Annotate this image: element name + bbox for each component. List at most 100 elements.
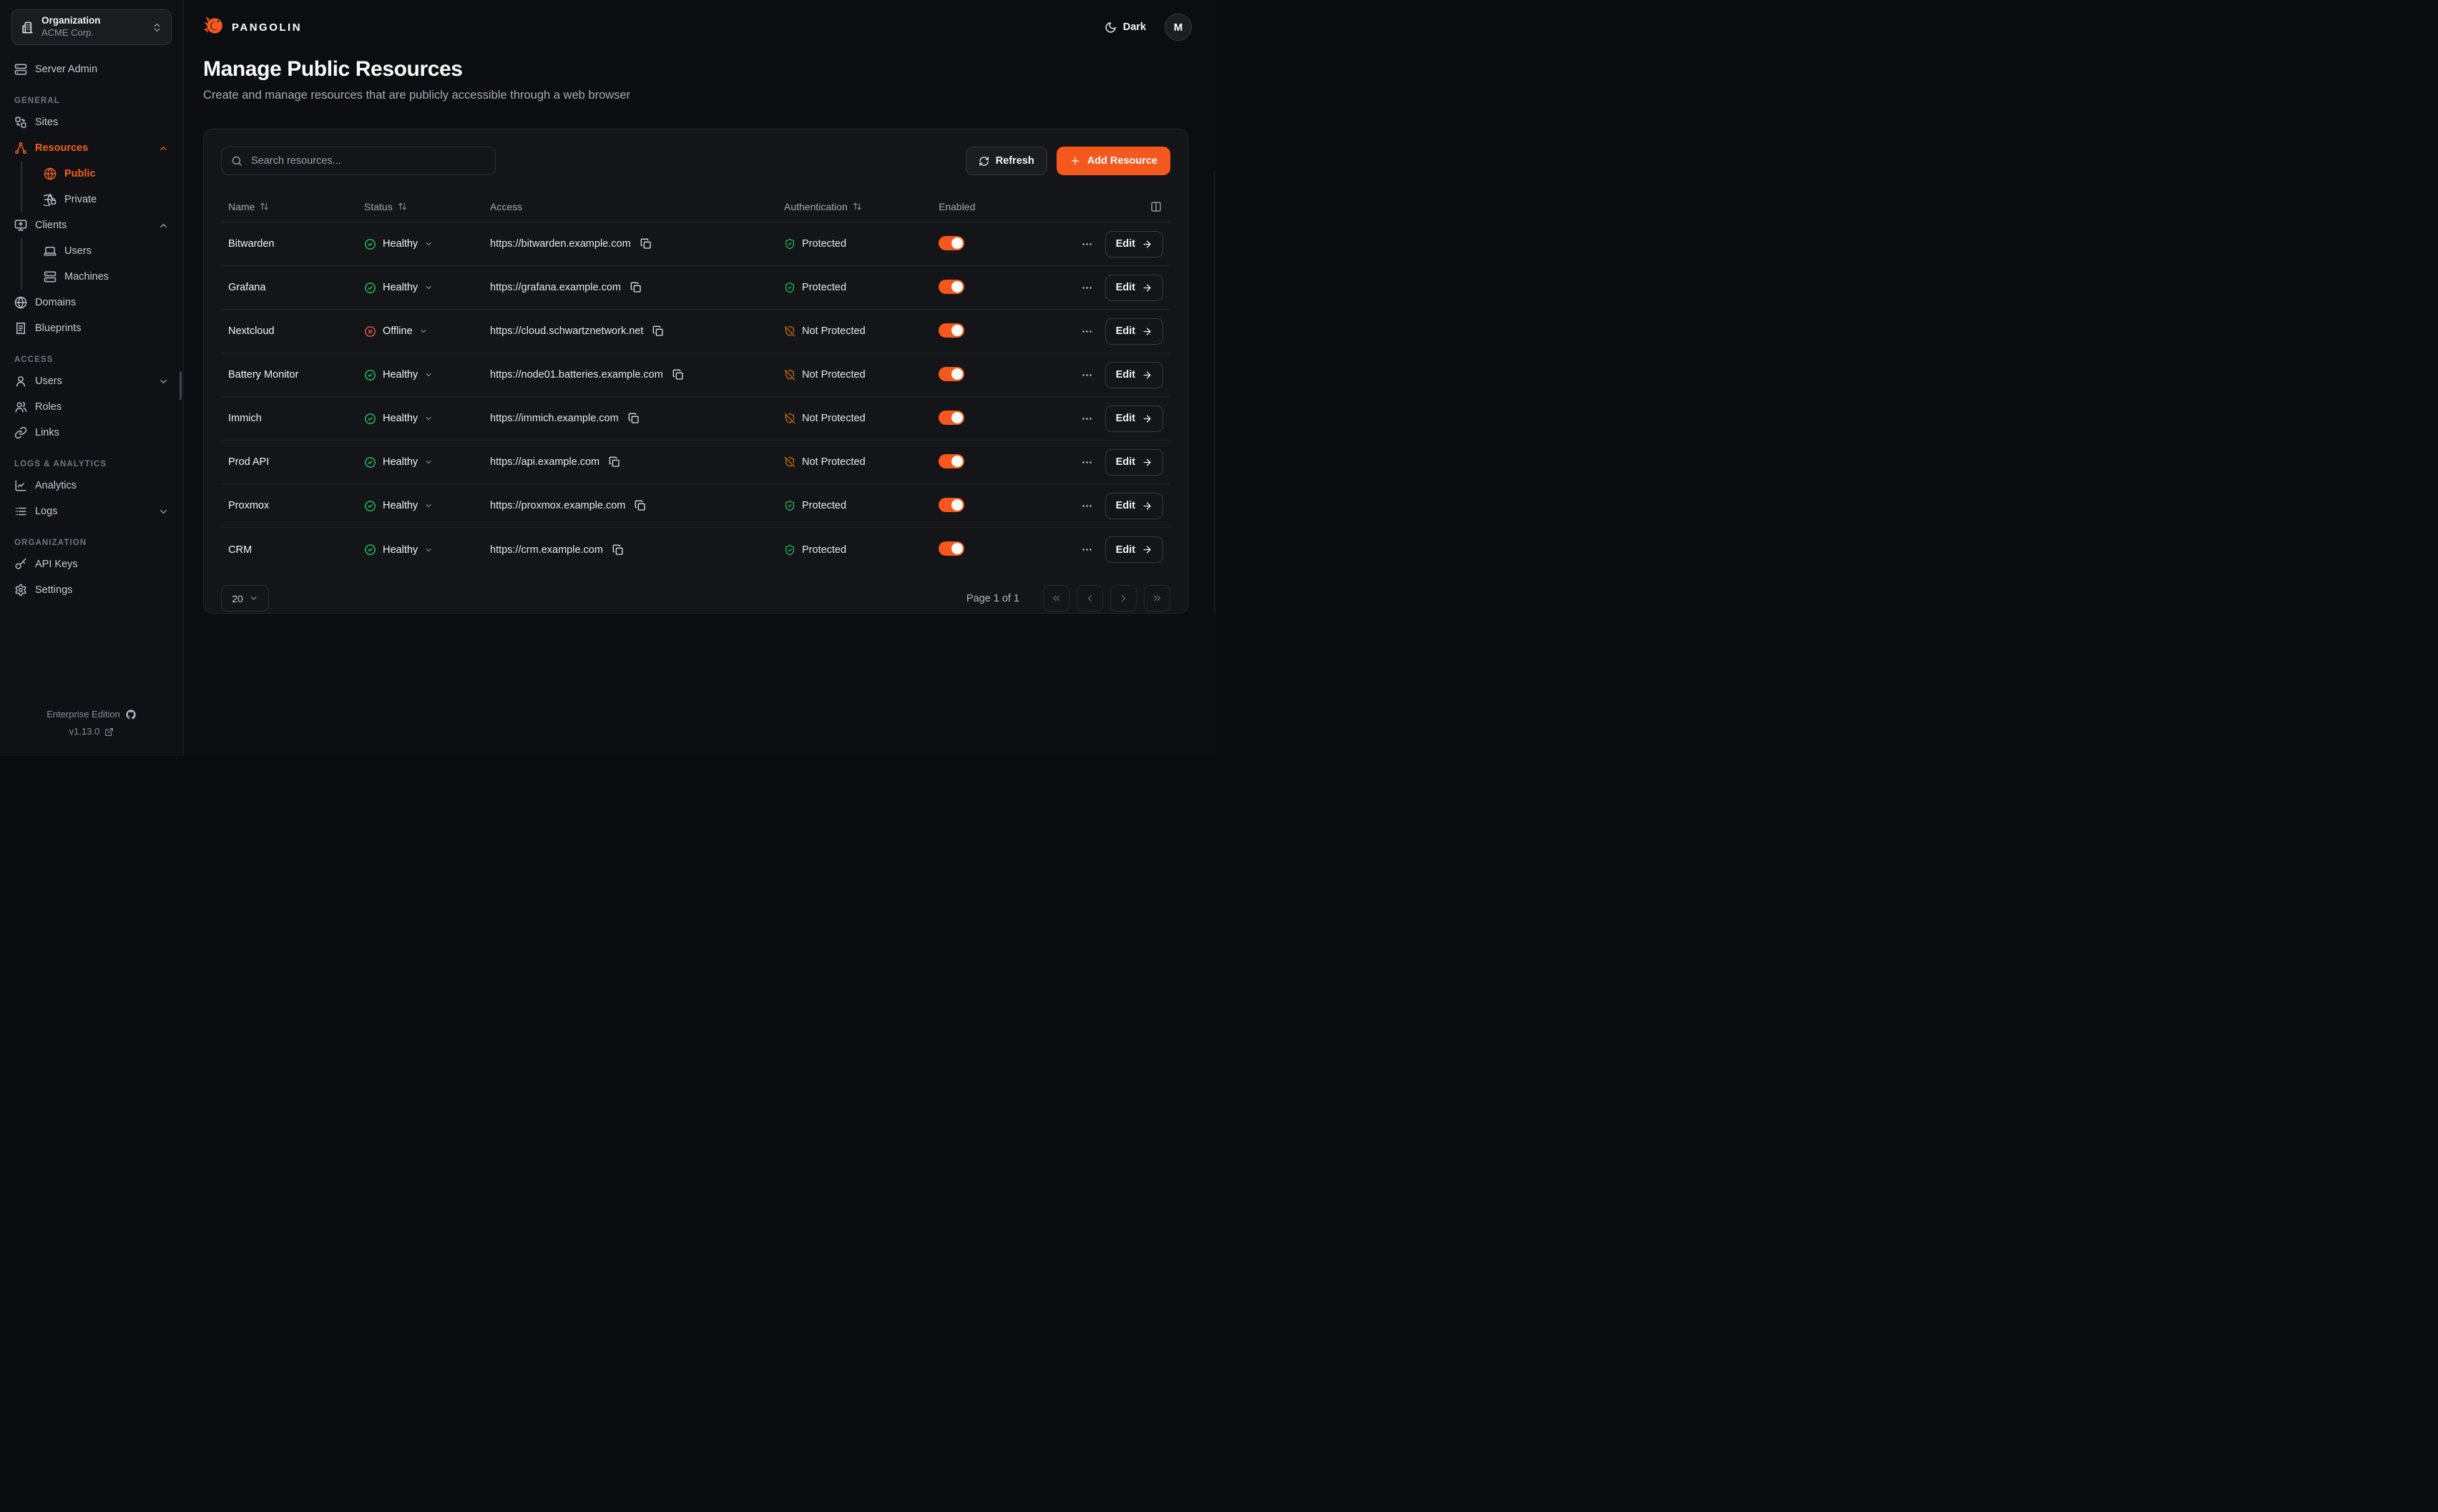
copy-icon[interactable] — [629, 280, 643, 295]
sidebar-item-roles[interactable]: Roles — [7, 394, 176, 420]
copy-icon[interactable] — [607, 455, 622, 469]
copy-icon[interactable] — [611, 543, 625, 557]
prev-page-button[interactable] — [1077, 585, 1103, 612]
last-page-button[interactable] — [1144, 585, 1170, 612]
chevron-down-icon — [249, 594, 258, 603]
sidebar-item-users[interactable]: Users — [7, 368, 176, 394]
shield-check-icon — [784, 500, 795, 511]
row-menu-button[interactable] — [1080, 455, 1095, 470]
table-row: Bitwarden Healthy https://bitwarden.exam… — [221, 222, 1170, 266]
auth-label: Protected — [802, 544, 846, 556]
status-dropdown[interactable]: Healthy — [364, 282, 490, 294]
page-size-select[interactable]: 20 — [221, 585, 269, 612]
search-input[interactable] — [250, 154, 486, 167]
sidebar-item-resources[interactable]: Resources — [7, 135, 176, 161]
status-dropdown[interactable]: Healthy — [364, 369, 490, 381]
columns-icon[interactable] — [1149, 200, 1163, 214]
sidebar-item-clients-users[interactable]: Users — [28, 238, 176, 264]
sidebar-item-machines[interactable]: Machines — [28, 264, 176, 290]
enabled-toggle[interactable] — [939, 454, 964, 468]
edit-button[interactable]: Edit — [1105, 318, 1163, 345]
enabled-toggle[interactable] — [939, 236, 964, 250]
status-dropdown[interactable]: Healthy — [364, 500, 490, 512]
avatar[interactable]: M — [1165, 14, 1192, 41]
edit-button[interactable]: Edit — [1105, 275, 1163, 301]
sidebar-item-settings[interactable]: Settings — [7, 577, 176, 603]
search-box — [221, 147, 496, 175]
github-icon[interactable] — [125, 709, 137, 720]
sidebar-item-clients[interactable]: Clients — [7, 212, 176, 238]
resource-url: https://immich.example.com — [490, 413, 619, 424]
auth-label: Protected — [802, 282, 846, 293]
status-dropdown[interactable]: Healthy — [364, 456, 490, 468]
copy-icon[interactable] — [651, 324, 665, 338]
edit-button[interactable]: Edit — [1105, 406, 1163, 432]
row-menu-button[interactable] — [1080, 411, 1095, 426]
theme-toggle-button[interactable]: Dark — [1105, 21, 1146, 34]
sidebar-item-api-keys[interactable]: API Keys — [7, 551, 176, 577]
sidebar-item-links[interactable]: Links — [7, 420, 176, 446]
edit-button[interactable]: Edit — [1105, 536, 1163, 563]
copy-icon[interactable] — [639, 237, 653, 251]
org-selector-label: Organization — [41, 15, 145, 27]
copy-icon[interactable] — [671, 368, 685, 382]
sidebar-item-sites[interactable]: Sites — [7, 109, 176, 135]
external-link-icon[interactable] — [104, 727, 114, 737]
enabled-toggle[interactable] — [939, 411, 964, 425]
page-scrollbar[interactable] — [1214, 170, 1215, 614]
enabled-toggle[interactable] — [939, 323, 964, 338]
circle-x-icon — [364, 325, 376, 338]
sidebar-item-domains[interactable]: Domains — [7, 290, 176, 315]
chevrons-up-down-icon — [152, 22, 162, 33]
sort-icon[interactable] — [853, 202, 862, 211]
sidebar-item-private[interactable]: Private — [28, 187, 176, 212]
add-resource-button[interactable]: Add Resource — [1057, 147, 1170, 175]
resource-name: CRM — [228, 544, 364, 556]
edit-button[interactable]: Edit — [1105, 362, 1163, 388]
pagination-bar: 20 Page 1 of 1 — [221, 585, 1170, 612]
sidebar-item-blueprints[interactable]: Blueprints — [7, 315, 176, 341]
sort-icon[interactable] — [260, 202, 269, 211]
enabled-toggle[interactable] — [939, 498, 964, 512]
sidebar-item-server-admin[interactable]: Server Admin — [7, 57, 176, 82]
sidebar-scrollbar-thumb[interactable] — [180, 371, 182, 400]
status-dropdown[interactable]: Offline — [364, 325, 490, 338]
sidebar-item-analytics[interactable]: Analytics — [7, 473, 176, 499]
status-dropdown[interactable]: Healthy — [364, 238, 490, 250]
row-menu-button[interactable] — [1080, 499, 1095, 514]
chevron-down-icon — [424, 370, 433, 379]
auth-label: Not Protected — [802, 413, 866, 424]
row-menu-button[interactable] — [1080, 280, 1095, 295]
globe-icon — [44, 167, 57, 180]
sidebar-item-logs[interactable]: Logs — [7, 499, 176, 524]
arrow-right-icon — [1142, 457, 1152, 468]
edit-button[interactable]: Edit — [1105, 493, 1163, 519]
monitor-up-icon — [14, 219, 27, 232]
section-label-general: GENERAL — [14, 97, 169, 105]
refresh-button[interactable]: Refresh — [966, 147, 1047, 175]
enabled-toggle[interactable] — [939, 367, 964, 381]
copy-icon[interactable] — [633, 499, 647, 513]
row-menu-button[interactable] — [1080, 237, 1095, 252]
sidebar-footer: Enterprise Edition v1.13.0 — [0, 706, 183, 740]
next-page-button[interactable] — [1110, 585, 1137, 612]
row-menu-button[interactable] — [1080, 324, 1095, 339]
edit-button[interactable]: Edit — [1105, 449, 1163, 476]
org-selector[interactable]: Organization ACME Corp. — [11, 9, 172, 45]
enabled-toggle[interactable] — [939, 541, 964, 556]
resource-name: Proxmox — [228, 500, 364, 511]
status-label: Healthy — [383, 456, 418, 468]
circle-check-icon — [364, 500, 376, 512]
copy-icon[interactable] — [627, 411, 641, 426]
sidebar-item-public[interactable]: Public — [28, 161, 176, 187]
edit-button[interactable]: Edit — [1105, 231, 1163, 257]
first-page-button[interactable] — [1043, 585, 1069, 612]
laptop-icon — [44, 245, 57, 257]
enabled-toggle[interactable] — [939, 280, 964, 294]
row-menu-button[interactable] — [1080, 542, 1095, 557]
row-menu-button[interactable] — [1080, 368, 1095, 383]
status-dropdown[interactable]: Healthy — [364, 413, 490, 425]
status-dropdown[interactable]: Healthy — [364, 544, 490, 556]
gear-icon — [14, 584, 27, 597]
sort-icon[interactable] — [398, 202, 407, 211]
